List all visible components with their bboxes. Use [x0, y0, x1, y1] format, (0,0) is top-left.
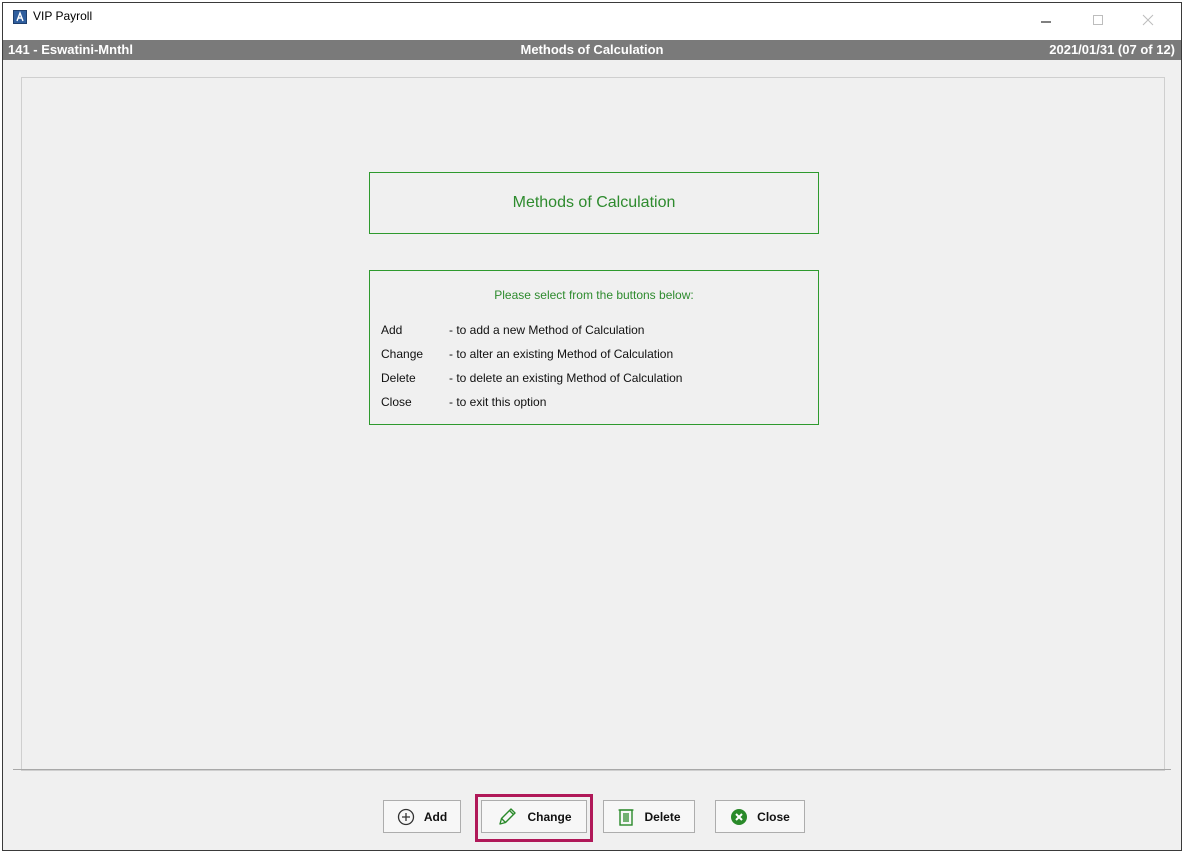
instruction-key: Add	[381, 323, 403, 337]
close-button-label: Close	[757, 809, 790, 824]
delete-button[interactable]: Delete	[603, 800, 695, 833]
instructions-box: Please select from the buttons below: Ad…	[369, 270, 819, 425]
add-button-label: Add	[423, 809, 448, 824]
minimize-icon[interactable]	[1029, 9, 1063, 31]
trash-icon	[617, 807, 635, 827]
change-button-highlight	[475, 794, 593, 842]
window-title: VIP Payroll	[33, 9, 93, 23]
instruction-key: Close	[381, 395, 412, 409]
instructions-header: Please select from the buttons below:	[494, 288, 694, 302]
instruction-key: Delete	[381, 371, 416, 385]
app-window: VIP Payroll 141 - Eswatini-Mnthl Methods…	[2, 2, 1182, 851]
app-logo-icon	[13, 10, 27, 24]
instruction-description: - to delete an existing Method of Calcul…	[449, 371, 683, 385]
page-title: Methods of Calculation	[369, 172, 819, 234]
close-button[interactable]: Close	[715, 800, 805, 833]
plus-circle-icon	[397, 808, 415, 826]
close-icon[interactable]	[1131, 9, 1165, 31]
instruction-row: Close - to exit this option	[381, 395, 546, 409]
title-bar: VIP Payroll	[3, 3, 1181, 40]
instruction-key: Change	[381, 347, 424, 361]
instruction-description: - to exit this option	[449, 395, 547, 409]
instruction-row: Add - to add a new Method of Calculation	[381, 323, 644, 337]
period-label: 2021/01/31 (07 of 12)	[1049, 42, 1175, 57]
close-circle-icon	[730, 808, 748, 826]
add-button[interactable]: Add	[383, 800, 461, 833]
instruction-row: Change - to alter an existing Method of C…	[381, 347, 673, 361]
footer-divider	[13, 769, 1171, 770]
delete-button-label: Delete	[644, 809, 681, 824]
instruction-description: - to alter an existing Method of Calcula…	[449, 347, 674, 361]
screen-title: Methods of Calculation	[520, 42, 664, 57]
instruction-description: - to add a new Method of Calculation	[449, 323, 645, 337]
instruction-row: Delete - to delete an existing Method of …	[381, 371, 682, 385]
status-bar: 141 - Eswatini-Mnthl Methods of Calculat…	[3, 40, 1181, 60]
content-panel: Methods of Calculation Please select fro…	[21, 77, 1165, 771]
maximize-icon[interactable]	[1081, 9, 1115, 31]
